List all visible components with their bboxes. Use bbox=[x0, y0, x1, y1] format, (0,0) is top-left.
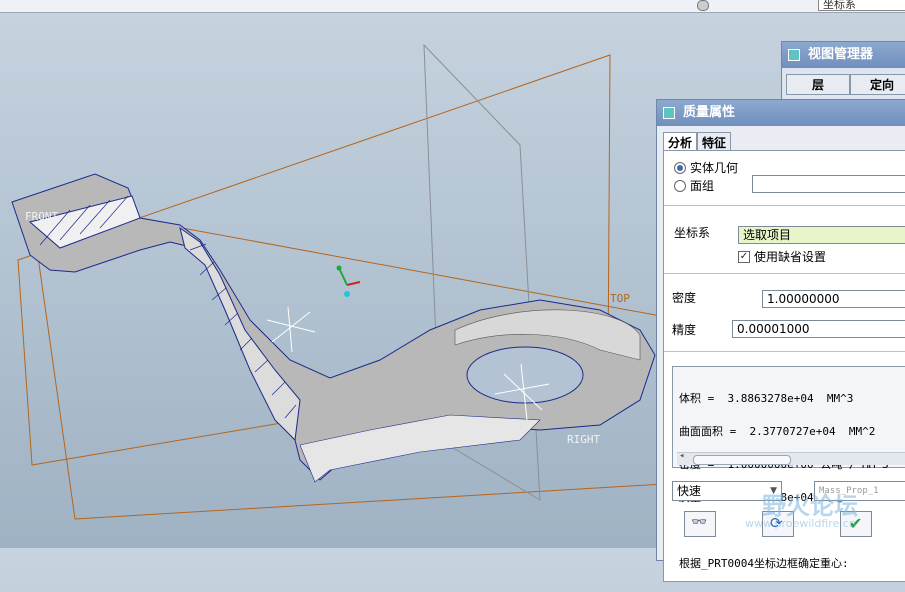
radio-quilt-label: 面组 bbox=[690, 179, 715, 193]
tab-analysis[interactable]: 分析 bbox=[663, 132, 698, 152]
radio-solid-geometry[interactable] bbox=[674, 162, 686, 174]
use-default-checkbox[interactable]: ✓ bbox=[738, 251, 750, 263]
datum-label-front: FRONT bbox=[25, 210, 58, 223]
datum-label-top: TOP bbox=[610, 292, 630, 305]
select-item-field[interactable]: 选取项目 bbox=[738, 226, 905, 244]
dialog-icon bbox=[788, 49, 800, 61]
result-cog-note: 根据_PRT0004坐标边框确定重心: bbox=[679, 557, 849, 570]
mode-select-value: 快速 bbox=[677, 484, 702, 498]
watermark-url: www.proewildfire.cn bbox=[745, 517, 856, 530]
density-label: 密度 bbox=[672, 291, 697, 305]
tab-orient[interactable]: 定向 bbox=[850, 74, 905, 95]
radio-solid-geometry-label: 实体几何 bbox=[690, 161, 739, 175]
mass-properties-tabs: 分析 特征 bbox=[663, 132, 732, 152]
mass-properties-title[interactable]: 质量属性 bbox=[657, 100, 905, 126]
accuracy-label: 精度 bbox=[672, 323, 697, 337]
tab-feature[interactable]: 特征 bbox=[697, 132, 732, 152]
separator bbox=[664, 273, 905, 274]
radio-quilt[interactable] bbox=[674, 180, 686, 192]
watermark-title: 野火论坛 bbox=[762, 492, 858, 520]
quilt-select-field[interactable] bbox=[752, 175, 905, 193]
scroll-left-icon[interactable]: ◂ bbox=[679, 451, 684, 462]
separator bbox=[664, 351, 905, 352]
dialog-icon bbox=[663, 107, 675, 119]
coord-system-label: 坐标系 bbox=[674, 226, 711, 240]
use-default-label: 使用缺省设置 bbox=[754, 250, 827, 264]
scrollbar-thumb[interactable] bbox=[693, 455, 791, 465]
preview-button[interactable]: 👓 bbox=[684, 511, 716, 537]
result-surface-area: 曲面面积 = 2.3770727e+04 MM^2 bbox=[679, 425, 876, 438]
view-manager-tabs: 层 定向 bbox=[786, 74, 905, 95]
coordinate-triad-icon bbox=[336, 265, 361, 297]
horizontal-scrollbar[interactable]: ◂ bbox=[677, 451, 905, 465]
tab-layers[interactable]: 层 bbox=[786, 74, 850, 95]
separator bbox=[664, 205, 905, 206]
view-manager-title-text: 视图管理器 bbox=[808, 47, 874, 62]
mass-properties-title-text: 质量属性 bbox=[683, 105, 736, 120]
datum-label-right: RIGHT bbox=[567, 433, 600, 446]
part-ring-hole bbox=[466, 346, 584, 404]
density-input[interactable]: 1.00000000 bbox=[762, 290, 905, 308]
results-output[interactable]: 体积 = 3.8863278e+04 MM^3 曲面面积 = 2.3770727… bbox=[672, 366, 905, 569]
result-volume: 体积 = 3.8863278e+04 MM^3 bbox=[679, 392, 854, 405]
view-manager-title[interactable]: 视图管理器 bbox=[782, 42, 905, 68]
accuracy-input[interactable]: 0.00001000 bbox=[732, 320, 905, 338]
glasses-icon: 👓 bbox=[691, 515, 708, 530]
